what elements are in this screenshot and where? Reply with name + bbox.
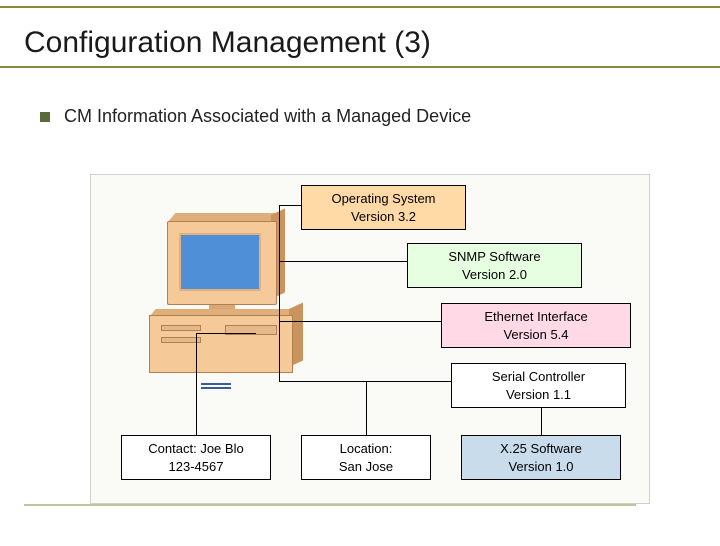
x25-label: X.25 Software (468, 440, 614, 458)
bullet-item: CM Information Associated with a Managed… (40, 106, 680, 127)
location-value: San Jose (308, 458, 424, 476)
serial-box: Serial Controller Version 1.1 (451, 363, 626, 408)
os-label: Operating System (308, 190, 459, 208)
connector-line (196, 333, 256, 334)
os-version: Version 3.2 (308, 208, 459, 226)
x25-box: X.25 Software Version 1.0 (461, 435, 621, 480)
diagram-area: Operating System Version 3.2 SNMP Softwa… (90, 174, 650, 504)
connector-line (366, 381, 367, 435)
bullet-icon (40, 112, 50, 122)
connector-line (279, 261, 280, 291)
location-label: Location: (308, 440, 424, 458)
connector-line (279, 261, 407, 262)
location-box: Location: San Jose (301, 435, 431, 480)
footer-rule (24, 504, 636, 506)
os-box: Operating System Version 3.2 (301, 185, 466, 230)
x25-version: Version 1.0 (468, 458, 614, 476)
serial-label: Serial Controller (458, 368, 619, 386)
connector-line (279, 291, 280, 381)
connector-line (279, 205, 301, 206)
connector-line (279, 321, 441, 322)
ethernet-box: Ethernet Interface Version 5.4 (441, 303, 631, 348)
eth-version: Version 5.4 (448, 326, 624, 344)
connector-line (279, 381, 367, 382)
computer-icon (139, 215, 299, 415)
snmp-box: SNMP Software Version 2.0 (407, 243, 582, 288)
snmp-label: SNMP Software (414, 248, 575, 266)
bullet-text: CM Information Associated with a Managed… (64, 106, 471, 127)
snmp-version: Version 2.0 (414, 266, 575, 284)
connector-line (196, 333, 197, 435)
title-bar: Configuration Management (3) (0, 6, 720, 68)
slide-title: Configuration Management (3) (24, 26, 696, 60)
eth-label: Ethernet Interface (448, 308, 624, 326)
contact-label: Contact: Joe Blo (128, 440, 264, 458)
serial-version: Version 1.1 (458, 386, 619, 404)
contact-value: 123-4567 (128, 458, 264, 476)
contact-box: Contact: Joe Blo 123-4567 (121, 435, 271, 480)
